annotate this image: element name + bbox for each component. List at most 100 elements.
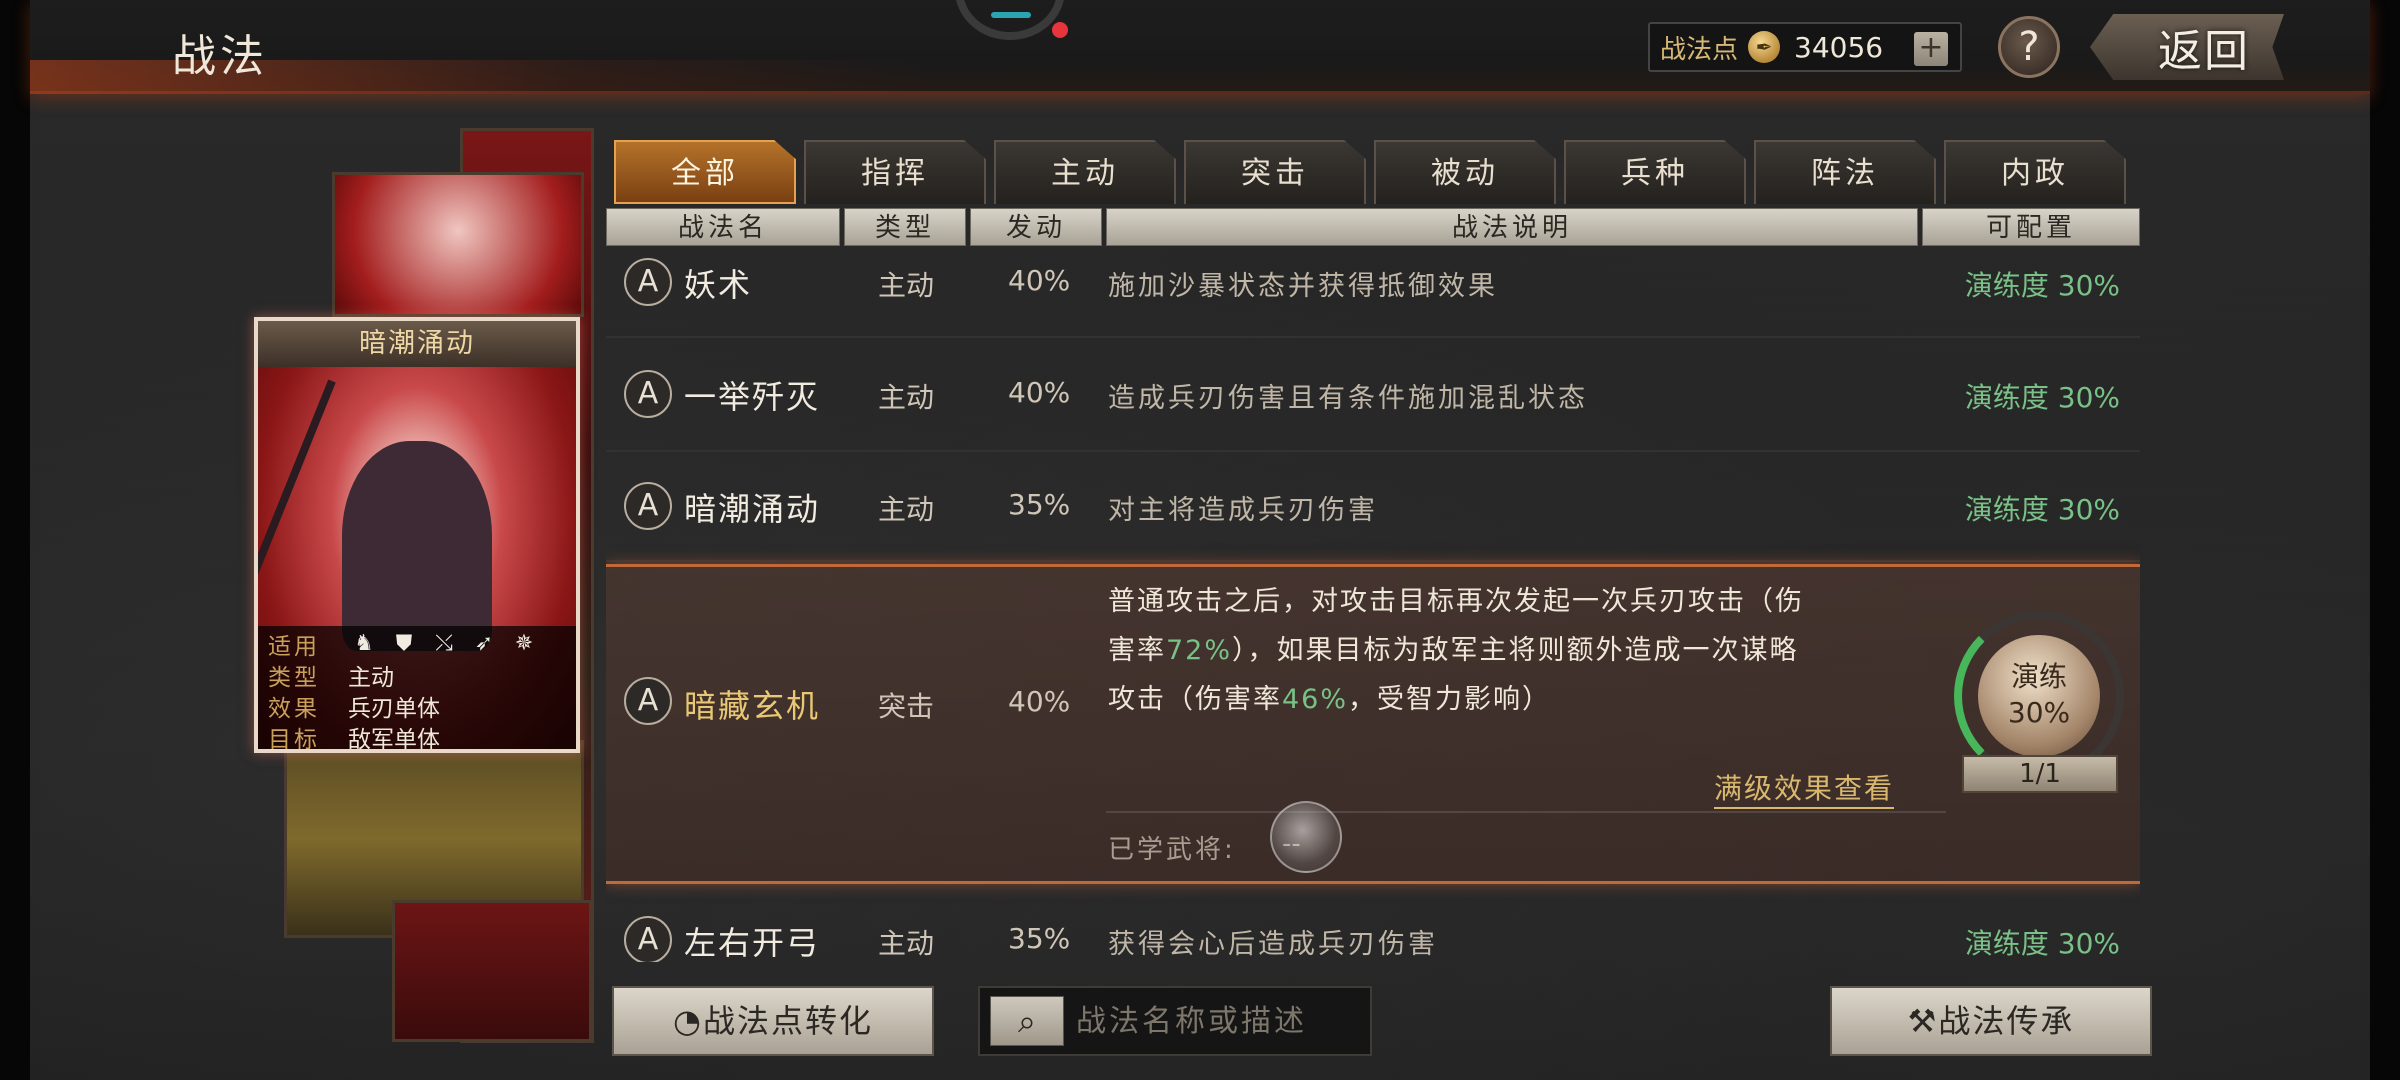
search-input[interactable] bbox=[1076, 996, 1364, 1046]
tactic-name: 暗藏玄机 bbox=[684, 687, 821, 725]
tactic-proficiency: 演练度 30% bbox=[1964, 927, 2120, 960]
tactic-proficiency: 演练度 30% bbox=[1964, 381, 2120, 414]
back-button-label: 返回 bbox=[2158, 26, 2250, 77]
tab-passive[interactable]: 被动 bbox=[1374, 140, 1556, 204]
card-stack-top[interactable] bbox=[332, 172, 584, 317]
indicator-arc bbox=[991, 12, 1031, 18]
floating-touch-icon[interactable] bbox=[1270, 801, 1342, 873]
tab-assault[interactable]: 突击 bbox=[1184, 140, 1366, 204]
tactic-proficiency: 演练度 30% bbox=[1964, 269, 2120, 302]
page-title: 战法 bbox=[172, 31, 268, 82]
right-letterbox bbox=[2370, 0, 2400, 1080]
header-type[interactable]: 类型 bbox=[844, 208, 966, 246]
tab-troop[interactable]: 兵种 bbox=[1564, 140, 1746, 204]
tactic-proficiency: 演练度 30% bbox=[1964, 493, 2120, 526]
tab-command[interactable]: 指挥 bbox=[804, 140, 986, 204]
category-tabs: 全部 指挥 主动 突击 被动 兵种 阵法 内政 bbox=[614, 140, 2126, 206]
tab-all[interactable]: 全部 bbox=[614, 140, 796, 204]
table-header: 战法名 类型 发动 战法说明 可配置 bbox=[606, 208, 2140, 246]
notification-dot bbox=[1052, 22, 1068, 38]
general-silhouette-art bbox=[342, 441, 492, 651]
header-config[interactable]: 可配置 bbox=[1922, 208, 2140, 246]
bow-icon: ⤯ bbox=[435, 630, 453, 656]
tab-active[interactable]: 主动 bbox=[994, 140, 1176, 204]
tactic-type: 主动 bbox=[878, 927, 935, 960]
tactic-desc: 获得会心后造成兵刃伤害 bbox=[1108, 929, 1438, 960]
wheel-icon: ✵ bbox=[514, 630, 534, 656]
convert-label: 战法点转化 bbox=[702, 1002, 873, 1040]
inherit-tactic-button[interactable]: ⚒战法传承 bbox=[1830, 986, 2152, 1056]
tactic-desc: 造成兵刃伤害且有条件施加混乱状态 bbox=[1108, 383, 1588, 414]
tactic-name: 妖术 bbox=[684, 266, 753, 304]
spear-icon: ➶ bbox=[474, 630, 494, 656]
header-name[interactable]: 战法名 bbox=[606, 208, 840, 246]
card-info-panel: 适用 ♞ ⛊ ⤯ ➶ ✵ 类型 主动 效果 兵刃单体 目标 敌军单体 bbox=[258, 626, 576, 753]
tactic-name: 暗潮涌动 bbox=[684, 490, 821, 528]
help-button[interactable]: ? bbox=[1998, 16, 2060, 78]
tactic-type: 突击 bbox=[878, 690, 935, 723]
tactic-type: 主动 bbox=[878, 269, 935, 302]
practice-label: 演练 bbox=[2010, 660, 2067, 693]
top-bar-glow bbox=[30, 60, 930, 94]
full-effect-link[interactable]: 满级效果查看 bbox=[1714, 767, 1895, 809]
tactic-name: 左右开弓 bbox=[684, 924, 821, 962]
damage-rate-value: 72% bbox=[1166, 635, 1233, 666]
desc-text: ），如果目标为敌军主将则额外造成一次谋略 bbox=[1232, 635, 1799, 666]
tactic-rate: 40% bbox=[1008, 685, 1071, 718]
tactic-row[interactable]: A 一举歼灭 主动 40% 造成兵刃伤害且有条件施加混乱状态 演练度 30% bbox=[606, 340, 2140, 452]
info-value: 兵刃单体 bbox=[348, 695, 440, 722]
tab-formation[interactable]: 阵法 bbox=[1754, 140, 1936, 204]
header-rate[interactable]: 发动 bbox=[970, 208, 1102, 246]
tactic-rate: 40% bbox=[1008, 376, 1071, 409]
desc-line: 害率72%），如果目标为敌军主将则额外造成一次谋略 bbox=[1108, 626, 1898, 675]
practice-dial-button[interactable]: 演练 30% bbox=[1978, 635, 2100, 757]
convert-points-button[interactable]: ◔战法点转化 bbox=[612, 986, 934, 1056]
points-value: 34056 bbox=[1794, 30, 1884, 64]
info-key: 类型 bbox=[268, 664, 320, 691]
tactic-rate: 40% bbox=[1008, 264, 1071, 297]
learned-generals-label: 已学武将: bbox=[1108, 835, 1236, 865]
cavalry-icon: ♞ bbox=[354, 630, 374, 656]
card-stack-bottom[interactable] bbox=[392, 900, 592, 1042]
add-points-button[interactable]: + bbox=[1914, 32, 1948, 66]
desc-text: ，受智力影响） bbox=[1348, 684, 1552, 715]
ink-drop-icon: ✒ bbox=[1748, 31, 1781, 63]
inherit-label: 战法传承 bbox=[1938, 1002, 2075, 1040]
grade-badge: A bbox=[624, 482, 672, 530]
grade-badge: A bbox=[624, 916, 672, 962]
card-info-row: 适用 ♞ ⛊ ⤯ ➶ ✵ bbox=[268, 628, 566, 660]
damage-rate-value: 46% bbox=[1282, 684, 1349, 715]
search-icon[interactable]: ⌕ bbox=[990, 996, 1064, 1046]
tactic-row[interactable]: A 妖术 主动 40% 施加沙暴状态并获得抵御效果 演练度 30% bbox=[606, 248, 2140, 338]
tactic-rate: 35% bbox=[1008, 922, 1071, 955]
tactic-row[interactable]: A 暗潮涌动 主动 35% 对主将造成兵刃伤害 演练度 30% bbox=[606, 454, 2140, 562]
desc-line: 攻击（伤害率46%，受智力影响） bbox=[1108, 675, 1898, 724]
tactic-row-expanded[interactable]: A 暗藏玄机 突击 40% 普通攻击之后，对攻击目标再次发起一次兵刃攻击（伤 害… bbox=[606, 564, 2140, 884]
tactic-desc: 对主将造成兵刃伤害 bbox=[1108, 495, 1378, 526]
card-info-row: 目标 敌军单体 bbox=[268, 721, 566, 753]
grade-badge: A bbox=[624, 677, 672, 725]
tactic-type: 主动 bbox=[878, 493, 935, 526]
card-title: 暗潮涌动 bbox=[258, 321, 576, 367]
tactic-row[interactable]: A 左右开弓 主动 35% 获得会心后造成兵刃伤害 演练度 30% bbox=[606, 908, 2140, 962]
back-button[interactable]: 返回 bbox=[2090, 14, 2284, 80]
selected-tactic-card[interactable]: 暗潮涌动 适用 ♞ ⛊ ⤯ ➶ ✵ 类型 主动 效果 兵刃单体 目标 敌军单体 bbox=[254, 317, 580, 753]
shield-icon: ⛊ bbox=[395, 630, 413, 656]
card-info-row: 类型 主动 bbox=[268, 659, 566, 691]
tab-internal[interactable]: 内政 bbox=[1944, 140, 2126, 204]
search-box: ⌕ bbox=[978, 986, 1372, 1056]
header-desc: 战法说明 bbox=[1106, 208, 1918, 246]
divider bbox=[1106, 811, 1946, 813]
practice-value: 30% bbox=[2007, 696, 2071, 729]
tactic-rate: 35% bbox=[1008, 488, 1071, 521]
info-key: 目标 bbox=[268, 726, 320, 753]
convert-icon: ◔ bbox=[673, 1002, 703, 1040]
tactic-points-display: 战法点 ✒ 34056 + bbox=[1648, 22, 1962, 72]
points-label: 战法点 bbox=[1660, 34, 1739, 65]
card-info-row: 效果 兵刃单体 bbox=[268, 690, 566, 722]
desc-text: 攻击（伤害率 bbox=[1108, 684, 1282, 715]
practice-count: 1/1 bbox=[1962, 755, 2118, 793]
info-key: 效果 bbox=[268, 695, 320, 722]
troop-type-icons: ♞ ⛊ ⤯ ➶ ✵ bbox=[348, 631, 540, 657]
hammer-icon: ⚒ bbox=[1907, 1002, 1939, 1040]
